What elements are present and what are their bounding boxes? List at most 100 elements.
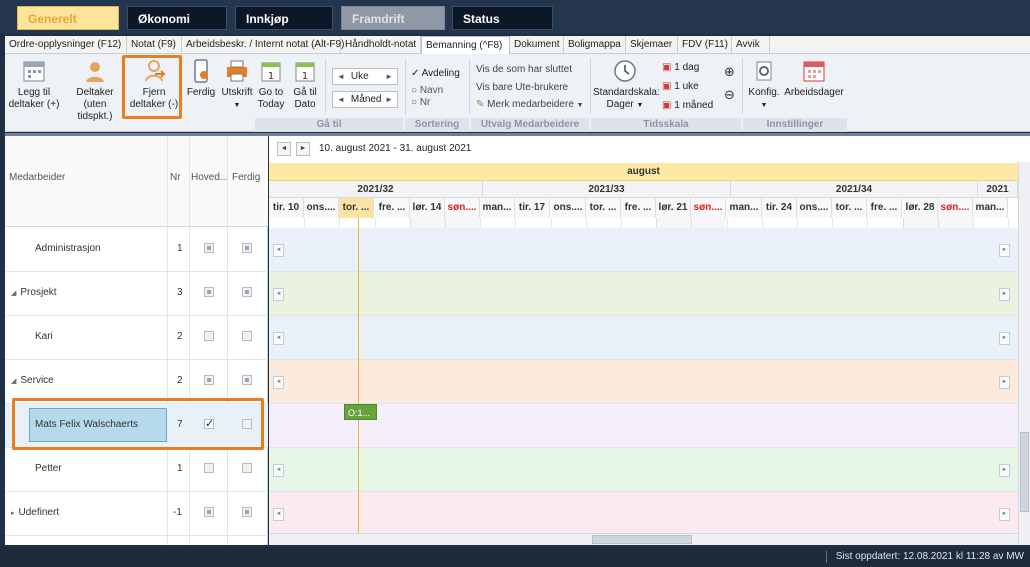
nr-radio[interactable]: ○ Nr [411,97,430,109]
timeline-row[interactable]: ◄ ► [269,272,1018,316]
row-scroll-right-icon[interactable]: ► [999,464,1010,477]
hoved-checkbox[interactable] [204,507,214,517]
tab-dokument[interactable]: Dokument [510,36,564,54]
booking-bar[interactable]: O:1... [344,404,377,420]
vertical-scrollbar[interactable] [1018,162,1030,545]
row-scroll-right-icon[interactable]: ► [999,332,1010,345]
utskrift-label: Utskrift [221,87,253,98]
go-to-today-button[interactable]: 1 Go to Today [255,58,287,111]
ferdig-checkbox[interactable] [242,507,252,517]
ferdig-checkbox[interactable] [242,243,252,253]
person-icon [86,62,104,82]
skala-1-maned-button[interactable]: ▣ 1 måned [662,100,713,112]
hoved-checkbox[interactable] [204,375,214,385]
merk-medarbeidere-button[interactable]: ✎ Merk medarbeidere ▼ [476,99,584,112]
vis-ute-toggle[interactable]: Vis bare Ute-brukere [476,82,568,94]
arbeidsdager-button[interactable]: Arbeidsdager [783,58,845,99]
header-medarbeider[interactable]: Medarbeider [9,172,65,183]
utskrift-button[interactable]: Utskrift ▼ [219,58,255,112]
legg-til-deltaker-button[interactable]: Legg til deltaker (+) [7,58,61,111]
row-scroll-left-icon[interactable]: ◄ [273,332,284,345]
header-nr[interactable]: Nr [170,172,181,183]
skala-1-uke-button[interactable]: ▣ 1 uke [662,81,699,93]
row-scroll-left-icon[interactable]: ◄ [273,288,284,301]
caret-down-icon[interactable]: ◢ [11,290,16,297]
timeline-row[interactable]: ◄ ► [269,228,1018,272]
participant-grid: Medarbeider Nr Hoved... Ferdig Administr… [5,136,268,545]
row-scroll-right-icon[interactable]: ► [999,508,1010,521]
timeline-row[interactable]: ◄ ► [269,448,1018,492]
hoved-checkbox[interactable] [204,463,214,473]
row-scroll-right-icon[interactable]: ► [999,244,1010,257]
chevron-right-icon[interactable]: ► [385,92,393,107]
konfig-button[interactable]: Konfig. ▼ [746,58,782,112]
row-scroll-left-icon[interactable]: ◄ [273,244,284,257]
tab-arbeidsbeskrivelse[interactable]: Arbeidsbeskr. / Internt notat (Alt-F9) [182,36,344,54]
zoom-in-icon[interactable]: ⊕ [724,65,735,78]
avdeling-checkbox[interactable]: ✓ Avdeling [411,68,460,80]
chevron-left-icon[interactable]: ◄ [337,72,345,81]
ga-til-dato-button[interactable]: 1 Gå til Dato [289,58,321,111]
standardskala-button[interactable]: Standardskala: Dager ▼ [593,58,660,112]
vis-sluttet-toggle[interactable]: Vis de som har sluttet [476,64,572,76]
timeline-row[interactable] [269,404,1018,448]
ferdig-button[interactable]: Ferdig [185,58,217,99]
day-header: man... [727,198,762,218]
ferdig-checkbox[interactable] [242,287,252,297]
tab-bemanning[interactable]: Bemanning (^F8) [421,36,510,54]
tab-framdrift[interactable]: Framdrift [341,6,445,30]
tab-handholdt-notat[interactable]: Håndholdt-notat [341,36,421,54]
table-row[interactable]: Administrasjon 1 [5,228,268,272]
ferdig-checkbox[interactable] [242,331,252,341]
chevron-right-icon[interactable]: ► [385,69,393,84]
uke-stepper[interactable]: ◄ Uke ► [332,68,398,85]
hoved-checkbox[interactable] [204,243,214,253]
tab-skjemaer[interactable]: Skjemaer [626,36,678,54]
row-scroll-right-icon[interactable]: ► [999,288,1010,301]
table-row[interactable]: Petter 1 [5,448,268,492]
table-row[interactable]: ◢ Prosjekt 3 [5,272,268,316]
timeline-row[interactable]: ◄ ► [269,360,1018,404]
zoom-out-icon[interactable]: ⊖ [724,88,735,101]
caret-right-icon[interactable]: ▸ [11,510,15,517]
tab-boligmappa[interactable]: Boligmappa [564,36,626,54]
row-scroll-left-icon[interactable]: ◄ [273,464,284,477]
table-row[interactable]: Kari 2 [5,316,268,360]
tab-notat[interactable]: Notat (F9) [127,36,182,54]
next-period-button[interactable]: ► [296,142,310,156]
highlight-fjern-deltaker [122,55,182,119]
tab-okonomi[interactable]: Økonomi [127,6,227,30]
tab-ordre-opplysninger[interactable]: Ordre-opplysninger (F12) [5,36,127,54]
maned-stepper[interactable]: ◄ Måned ► [332,91,398,108]
tab-innkjop[interactable]: Innkjøp [235,6,333,30]
row-scroll-left-icon[interactable]: ◄ [273,376,284,389]
horizontal-scrollbar[interactable] [269,533,1018,545]
ferdig-checkbox[interactable] [242,463,252,473]
scrollbar-thumb[interactable] [592,535,692,544]
timeline-row[interactable]: ◄ ► [269,316,1018,360]
hoved-checkbox[interactable] [204,287,214,297]
caret-down-icon[interactable]: ◢ [11,378,16,385]
tab-fdv[interactable]: FDV (F11) [678,36,732,54]
ferdig-checkbox[interactable] [242,375,252,385]
tab-status[interactable]: Status [452,6,553,30]
chevron-down-icon: ▼ [760,102,768,109]
skala-1-dag-button[interactable]: ▣ 1 dag [662,62,699,74]
today-marker-line [358,218,359,538]
tab-generelt[interactable]: Generelt [17,6,119,30]
header-ferdig[interactable]: Ferdig [232,172,260,183]
timeline-row[interactable]: ◄ ► [269,492,1018,536]
ribbon-separator [590,58,591,114]
header-hoved[interactable]: Hoved... [191,172,228,183]
prev-period-button[interactable]: ◄ [277,142,291,156]
row-scroll-left-icon[interactable]: ◄ [273,508,284,521]
tab-avvik[interactable]: Avvik [732,36,770,54]
scrollbar-thumb[interactable] [1020,432,1029,512]
navn-radio[interactable]: ○ Navn [411,85,443,97]
deltaker-uten-tidspunkt-button[interactable]: Deltaker (uten tidspkt.) [65,58,125,123]
go-today-label-1: Go to [258,87,284,98]
table-row[interactable]: ▸ Udefinert -1 [5,492,268,536]
hoved-checkbox[interactable] [204,331,214,341]
chevron-left-icon[interactable]: ◄ [337,95,345,104]
row-scroll-right-icon[interactable]: ► [999,376,1010,389]
